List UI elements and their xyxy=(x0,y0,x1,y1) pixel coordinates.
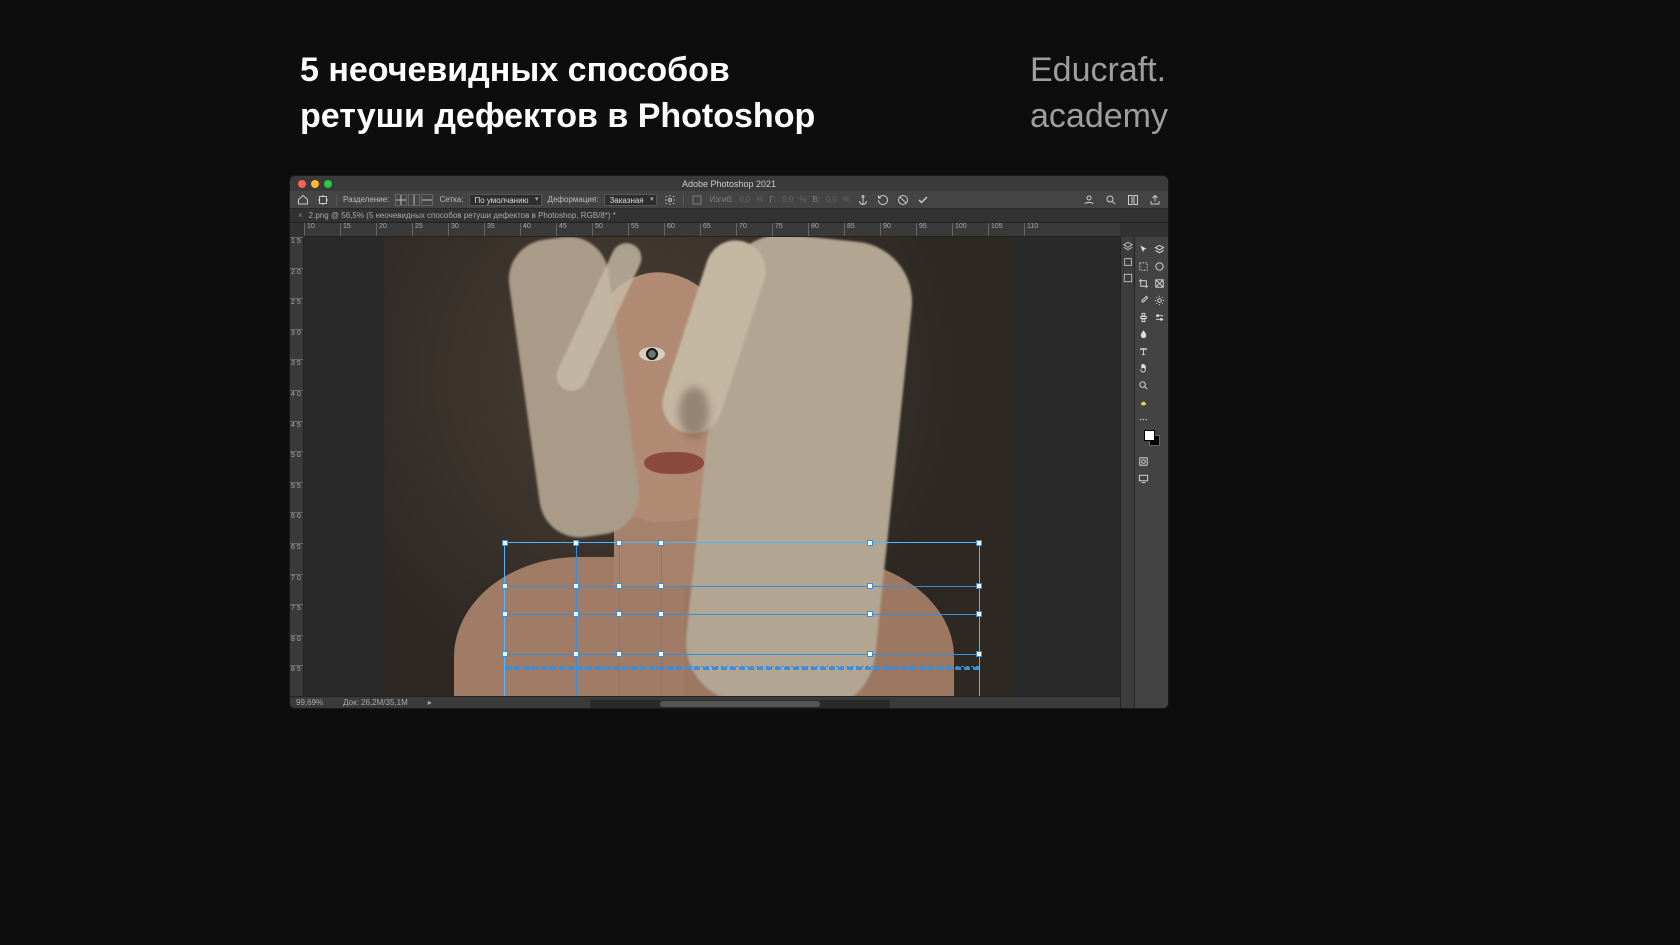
main-area: 1015202530354045505560657075808590951001… xyxy=(290,223,1168,708)
options-bar: Разделение: Сетка: По умолчанию Деформац… xyxy=(290,191,1168,209)
panel-dock xyxy=(1120,237,1134,708)
document-canvas[interactable] xyxy=(384,237,1014,696)
share-icon[interactable] xyxy=(1148,193,1162,207)
chevron-right-icon[interactable]: ▸ xyxy=(428,698,432,707)
home-icon[interactable] xyxy=(296,193,310,207)
hand-tool[interactable] xyxy=(1136,360,1152,376)
tool-panel xyxy=(1134,237,1168,708)
zoom-level[interactable]: 99,69% xyxy=(296,698,323,707)
horizontal-ruler[interactable]: 1015202530354045505560657075808590951001… xyxy=(304,223,1120,237)
v-label: В: xyxy=(812,195,820,204)
separator xyxy=(683,194,684,206)
close-tab-icon[interactable]: × xyxy=(298,211,303,220)
gear-icon[interactable] xyxy=(663,193,677,207)
page-title: 5 неочевидных способов ретуши дефектов в… xyxy=(300,48,815,140)
grid-label: Сетка: xyxy=(439,195,463,204)
horizontal-scrollbar[interactable] xyxy=(590,700,890,708)
marquee-tool[interactable] xyxy=(1136,258,1152,274)
title-line2: ретуши дефектов в Photoshop xyxy=(300,94,815,140)
doc-size[interactable]: Док: 26,2M/35,1M xyxy=(343,698,408,707)
history-panel-icon[interactable] xyxy=(1123,257,1133,267)
anchor-icon[interactable] xyxy=(856,193,870,207)
type-tool[interactable] xyxy=(1136,343,1152,359)
reset-icon[interactable] xyxy=(876,193,890,207)
quickmask-icon[interactable] xyxy=(1136,453,1152,469)
color-swatch[interactable] xyxy=(1144,430,1160,446)
edit-toolbar-icon[interactable] xyxy=(1136,394,1152,410)
bend-label: Изгиб: xyxy=(710,195,734,204)
vertical-ruler[interactable]: 1 52 02 53 03 54 04 55 05 56 06 57 07 58… xyxy=(290,237,304,696)
percent: % xyxy=(799,195,806,204)
layers-panel-icon[interactable] xyxy=(1123,241,1133,251)
split-cross-button[interactable] xyxy=(395,194,407,206)
transform-icon[interactable] xyxy=(316,193,330,207)
brand-line2: academy xyxy=(1030,94,1168,140)
color-panel-icon[interactable] xyxy=(1152,258,1168,274)
adjustments-icon[interactable] xyxy=(1152,309,1168,325)
zoom-tool[interactable] xyxy=(1136,377,1152,393)
screenmode-icon[interactable] xyxy=(1136,470,1152,486)
window-title: Adobe Photoshop 2021 xyxy=(290,179,1168,189)
commit-icon[interactable] xyxy=(916,193,930,207)
title-line1: 5 неочевидных способов xyxy=(300,48,815,94)
deform-dropdown[interactable]: Заказная xyxy=(604,194,656,206)
separator xyxy=(336,194,337,206)
brand-line1: Educraft. xyxy=(1030,48,1168,94)
cancel-icon[interactable] xyxy=(896,193,910,207)
properties-panel-icon[interactable] xyxy=(1123,273,1133,283)
window-titlebar: Adobe Photoshop 2021 xyxy=(290,176,1168,191)
layers-icon[interactable] xyxy=(1152,241,1168,257)
crop-tool[interactable] xyxy=(1136,275,1152,291)
grid-dropdown[interactable]: По умолчанию xyxy=(469,194,541,206)
status-bar: 99,69% Док: 26,2M/35,1M ▸ xyxy=(290,696,1120,708)
split-label: Разделение: xyxy=(343,195,389,204)
percent: % xyxy=(843,195,850,204)
deform-label: Деформация: xyxy=(548,195,599,204)
orientation-icon xyxy=(690,193,704,207)
cloud-docs-icon[interactable] xyxy=(1082,193,1096,207)
v-value: 0,0 xyxy=(826,195,837,204)
move-tool[interactable] xyxy=(1136,241,1152,257)
split-horiz-button[interactable] xyxy=(421,194,433,206)
document-tab-label: 2.png @ 56,5% (5 неочевидных способов ре… xyxy=(309,211,616,220)
healing-brush-tool[interactable] xyxy=(1136,309,1152,325)
split-buttons xyxy=(395,194,433,206)
brand: Educraft. academy xyxy=(1030,48,1168,140)
bend-value: 0,0 xyxy=(739,195,750,204)
search-icon[interactable] xyxy=(1104,193,1118,207)
brightness-icon[interactable] xyxy=(1152,292,1168,308)
document-tab[interactable]: × 2.png @ 56,5% (5 неочевидных способов … xyxy=(290,209,1168,223)
dots-icon[interactable] xyxy=(1136,411,1152,427)
blur-tool[interactable] xyxy=(1136,326,1152,342)
eyedropper-tool[interactable] xyxy=(1136,292,1152,308)
canvas-area[interactable] xyxy=(304,237,1120,696)
percent: % xyxy=(756,195,763,204)
photoshop-window: Adobe Photoshop 2021 Разделение: Сетка: … xyxy=(289,175,1169,709)
h-label: Г: xyxy=(770,195,777,204)
frame-tool[interactable] xyxy=(1152,275,1168,291)
portrait-image xyxy=(384,237,1014,696)
workspace-icon[interactable] xyxy=(1126,193,1140,207)
split-vert-button[interactable] xyxy=(408,194,420,206)
h-value: 0,0 xyxy=(782,195,793,204)
